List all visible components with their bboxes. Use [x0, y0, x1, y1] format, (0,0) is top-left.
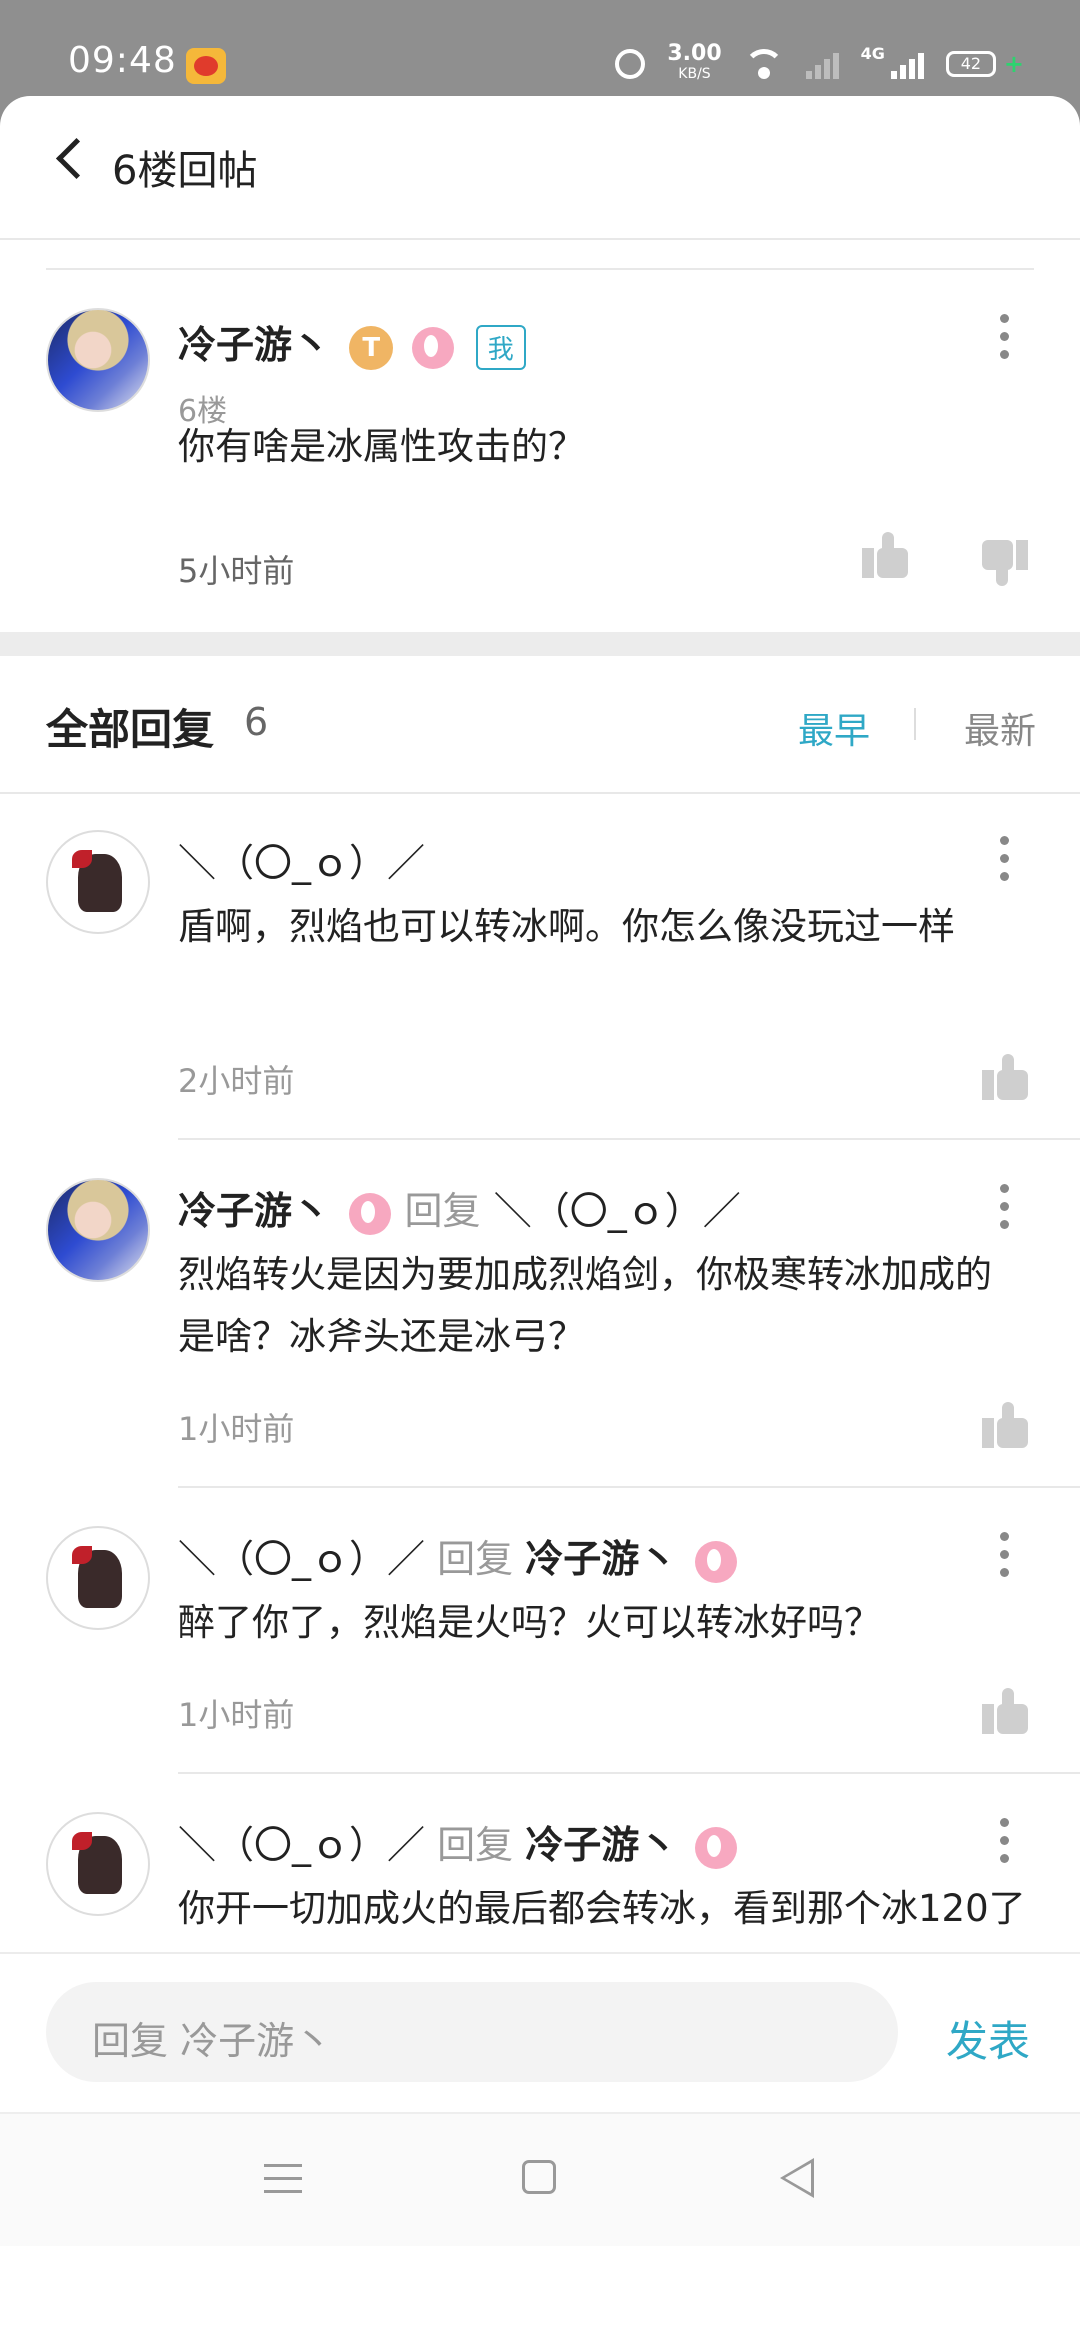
network-speed-value: 3.00	[667, 41, 722, 66]
reply-time: 1小时前	[178, 1410, 295, 1448]
reply-time: 2小时前	[178, 1062, 295, 1100]
like-icon[interactable]	[982, 1688, 1028, 1734]
signal-sim2-icon	[890, 49, 924, 79]
like-icon[interactable]	[982, 1054, 1028, 1100]
like-icon[interactable]	[982, 1402, 1028, 1448]
charging-icon: +	[1003, 50, 1024, 78]
reply-content: 盾啊，烈焰也可以转冰啊。你怎么像没玩过一样	[178, 905, 955, 948]
reply-author[interactable]: 冷子游丶	[178, 1189, 330, 1233]
reply-input[interactable]: 回复 冷子游丶	[46, 1982, 898, 2082]
reply-divider	[178, 1138, 1080, 1140]
member-badge-icon	[412, 326, 455, 369]
reply-input-placeholder: 回复 冷子游丶	[92, 2019, 333, 2063]
weibo-notification-icon	[186, 48, 226, 84]
reply-word: 回复	[437, 1823, 514, 1867]
reply-author-row: ＼（〇_ｏ）／ 回复 冷子游丶	[178, 1528, 738, 1583]
reply-author[interactable]: ＼（〇_ｏ）／	[178, 1823, 425, 1867]
status-icons: 3.00 KB/S 4G 42 +	[615, 41, 1024, 84]
avatar[interactable]	[46, 1526, 150, 1630]
me-tag: 我	[475, 325, 526, 370]
recent-apps-icon[interactable]	[264, 2164, 302, 2194]
reply-target[interactable]: 冷子游丶	[525, 1823, 677, 1867]
reply-content: 醉了你了，烈焰是火吗？火可以转冰好吗？	[178, 1601, 881, 1644]
reply-bar: 回复 冷子游丶 发表	[0, 1952, 1080, 2114]
sort-newest-tab[interactable]: 最新	[964, 702, 1036, 754]
reply-target[interactable]: ＼（〇_ｏ）／	[494, 1189, 741, 1233]
network-speed-unit: KB/S	[678, 66, 711, 82]
home-icon[interactable]	[522, 2160, 556, 2194]
post-author[interactable]: 冷子游丶	[178, 323, 330, 367]
more-options-icon[interactable]	[1000, 1532, 1010, 1578]
network-type: 4G	[860, 44, 885, 63]
sort-earliest-tab[interactable]: 最早	[798, 702, 870, 754]
more-options-icon[interactable]	[1000, 836, 1010, 882]
like-icon[interactable]	[862, 532, 908, 578]
more-options-icon[interactable]	[1000, 1818, 1010, 1864]
wifi-icon	[743, 49, 784, 79]
avatar[interactable]	[46, 1812, 150, 1916]
reply-word: 回复	[404, 1189, 481, 1233]
member-badge-icon	[695, 1540, 738, 1583]
more-options-icon[interactable]	[1000, 314, 1010, 360]
reply-divider	[178, 1486, 1080, 1488]
reply-author[interactable]: ＼（〇_ｏ）／	[178, 1537, 425, 1581]
more-options-icon[interactable]	[1000, 1184, 1010, 1230]
dislike-icon[interactable]	[982, 540, 1028, 586]
post-author-row: 冷子游丶 T 我	[178, 314, 526, 370]
post-time: 5小时前	[178, 552, 295, 590]
avatar[interactable]	[46, 308, 150, 412]
reply-divider	[178, 1772, 1080, 1774]
alarm-icon	[615, 49, 646, 79]
reply-time: 1小时前	[178, 1696, 295, 1734]
reply-target[interactable]: 冷子游丶	[525, 1537, 677, 1581]
reply-content: 烈焰转火是因为要加成烈焰剑，你极寒转冰加成的是啥？冰斧头还是冰弓？	[178, 1253, 992, 1358]
sort-divider	[914, 708, 916, 740]
member-badge-icon	[349, 1192, 392, 1235]
page-title: 6楼回帖	[112, 148, 258, 194]
replies-count: 6	[244, 700, 269, 744]
post-content: 你有啥是冰属性攻击的？	[178, 425, 585, 468]
replies-header-divider	[0, 792, 1080, 794]
all-replies-label: 全部回复	[46, 705, 215, 754]
header: 6楼回帖	[0, 96, 1080, 238]
reply-author-row: 冷子游丶 回复 ＼（〇_ｏ）／	[178, 1180, 741, 1235]
reply-author-row: ＼（〇_ｏ）／ 回复 冷子游丶	[178, 1814, 738, 1869]
section-gap	[0, 632, 1080, 656]
back-icon[interactable]	[780, 2158, 814, 2198]
member-badge-icon	[695, 1826, 738, 1869]
status-time: 09:48	[68, 40, 177, 81]
battery-icon: 42	[945, 51, 996, 77]
system-nav-bar	[0, 2112, 1080, 2246]
reply-author-row: ＼（〇_ｏ）／	[178, 832, 425, 887]
level-badge-icon: T	[349, 325, 394, 370]
network-speed: 3.00 KB/S	[667, 41, 722, 84]
reply-author[interactable]: ＼（〇_ｏ）／	[178, 841, 425, 885]
status-bar: 09:48 3.00 KB/S 4G 42 +	[0, 0, 1080, 96]
signal-sim1-icon	[805, 49, 839, 79]
send-button[interactable]: 发表	[946, 2008, 1030, 2069]
post-top-divider	[46, 268, 1034, 270]
back-arrow-icon[interactable]	[55, 137, 98, 180]
avatar[interactable]	[46, 830, 150, 934]
avatar[interactable]	[46, 1178, 150, 1282]
reply-word: 回复	[437, 1537, 514, 1581]
header-divider	[0, 238, 1080, 240]
